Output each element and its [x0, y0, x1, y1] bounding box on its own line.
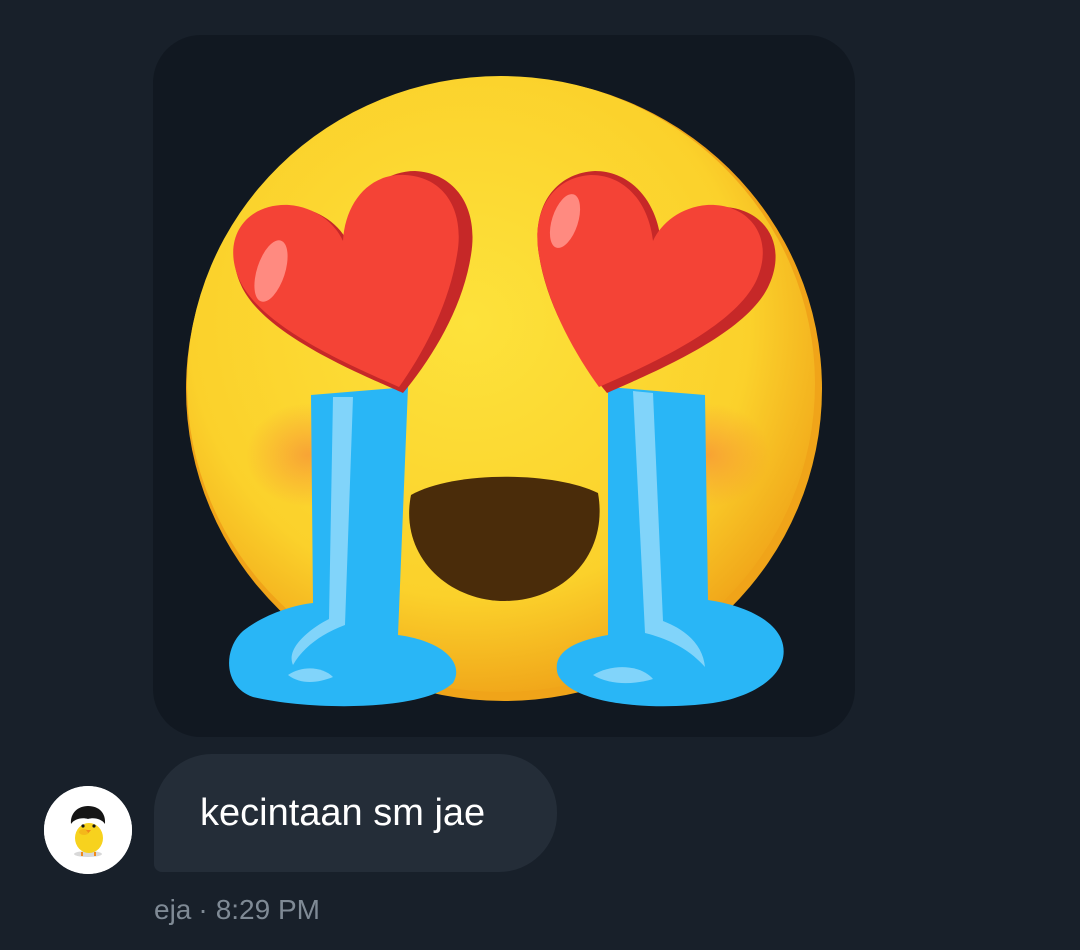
- message-text: kecintaan sm jae: [200, 792, 486, 834]
- sender-name[interactable]: eja: [154, 894, 191, 926]
- message-timestamp: 8:29 PM: [215, 894, 320, 925]
- message-meta: eja · 8:29 PM: [154, 894, 320, 926]
- yellow-chick-avatar-image: [44, 786, 132, 874]
- conversation-view: kecintaan sm jae eja · 8:29 PM: [0, 0, 1080, 950]
- image-message[interactable]: [153, 35, 855, 737]
- sender-avatar[interactable]: [44, 786, 132, 874]
- message-bubble[interactable]: kecintaan sm jae: [154, 754, 557, 872]
- meta-separator: ·: [198, 894, 208, 925]
- heart-eyes-crying-emoji-image: [186, 76, 822, 707]
